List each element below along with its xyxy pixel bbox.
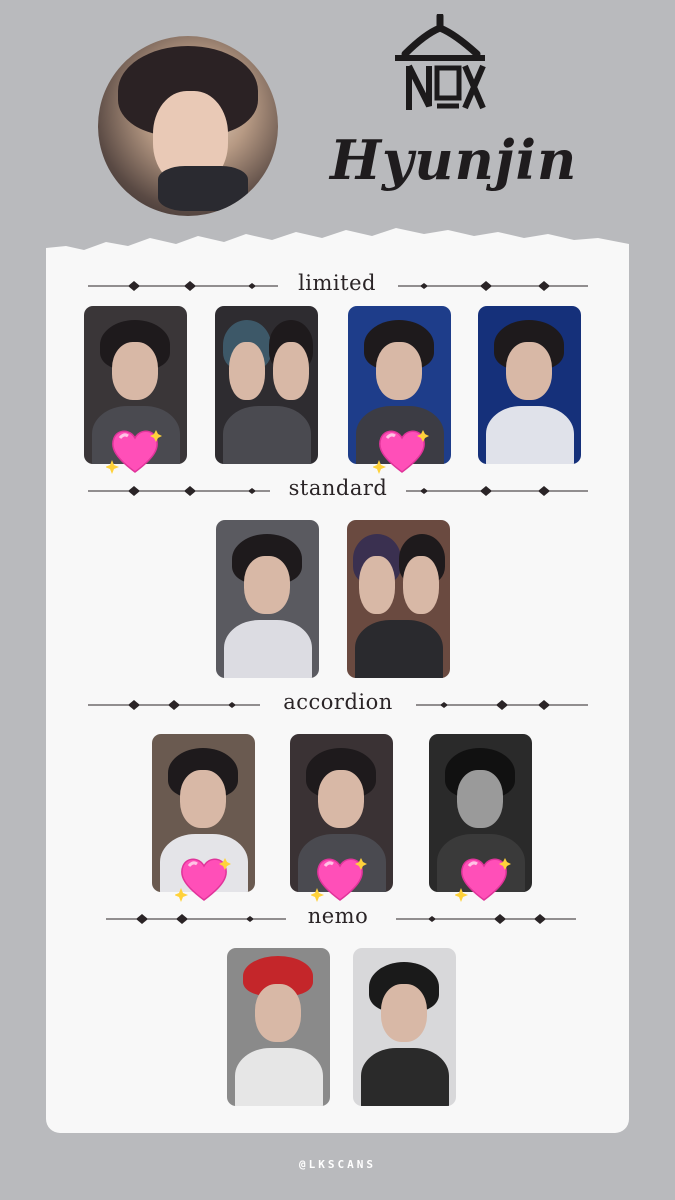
section-title-accordion: accordion (266, 690, 410, 714)
sparkling-heart-icon (373, 430, 429, 474)
idol-name: Hyunjin (330, 128, 578, 192)
sparkling-heart-icon (106, 430, 162, 474)
photocard (347, 520, 450, 678)
creator-handle: @LKSCANS (299, 1158, 376, 1171)
sparkling-heart-icon (455, 858, 511, 902)
profile-avatar (98, 36, 278, 216)
photocard (227, 948, 330, 1106)
section-title-limited: limited (286, 271, 388, 295)
ate-album-logo-icon (395, 14, 486, 110)
photocard (478, 306, 581, 464)
sparkling-heart-icon (311, 858, 367, 902)
section-title-standard: standard (276, 476, 400, 500)
photocard (215, 306, 318, 464)
sparkling-heart-icon (175, 858, 231, 902)
photocard (216, 520, 319, 678)
photocard (353, 948, 456, 1106)
section-title-nemo: nemo (288, 904, 388, 928)
